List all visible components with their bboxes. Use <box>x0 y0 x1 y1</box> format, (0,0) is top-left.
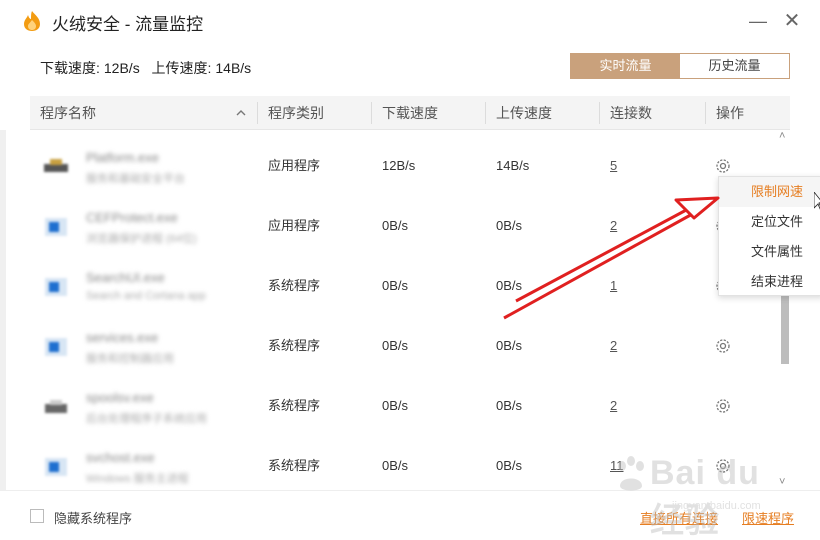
program-description: 服务和基础安全平台 <box>86 173 185 185</box>
menu-item-locate-file[interactable]: 定位文件 <box>719 207 820 237</box>
upload-speed: 0B/s <box>496 278 523 293</box>
baidu-paw-icon <box>618 456 644 491</box>
connection-count-link[interactable]: 5 <box>610 136 617 196</box>
app-icon <box>45 458 67 476</box>
program-name: SearchUI.exe <box>86 270 165 285</box>
column-actions: 操作 <box>716 105 744 121</box>
tab-history-traffic[interactable]: 历史流量 <box>680 54 789 78</box>
program-name: services.exe <box>86 330 159 345</box>
app-icon <box>45 278 67 296</box>
table-row[interactable]: CEFProtect.exe 浏览器保护进程 (64位) 应用程序 0B/s 0… <box>30 196 780 256</box>
download-speed-label: 下载速度: <box>40 60 100 76</box>
program-category: 系统程序 <box>268 458 321 473</box>
download-speed-value: 12B/s <box>103 60 140 76</box>
huorong-logo-icon <box>24 11 40 31</box>
program-category: 应用程序 <box>268 158 321 173</box>
program-name: Platform.exe <box>86 150 159 165</box>
program-name: CEFProtect.exe <box>86 210 178 225</box>
upload-speed: 14B/s <box>496 158 530 173</box>
app-icon <box>45 218 67 236</box>
menu-item-limit-speed[interactable]: 限制网速 <box>719 177 820 207</box>
connection-count-link[interactable]: 1 <box>610 256 617 316</box>
program-category: 系统程序 <box>268 398 321 413</box>
program-category: 应用程序 <box>268 218 321 233</box>
context-menu: 限制网速 定位文件 文件属性 结束进程 <box>718 176 820 296</box>
program-name: spoolsv.exe <box>86 390 154 405</box>
gear-icon[interactable] <box>714 397 732 415</box>
download-speed: 0B/s <box>382 218 409 233</box>
download-speed: 0B/s <box>382 458 409 473</box>
hardware-icon <box>44 159 68 172</box>
hide-system-label[interactable]: 隐藏系统程序 <box>54 508 132 527</box>
menu-item-file-properties[interactable]: 文件属性 <box>719 237 820 267</box>
column-program-name[interactable]: 程序名称 <box>30 96 96 130</box>
column-upload-speed: 上传速度 <box>496 105 552 121</box>
upload-speed: 0B/s <box>496 338 523 353</box>
program-description: 后台处理程序子系统应用 <box>86 413 207 425</box>
download-speed: 0B/s <box>382 278 409 293</box>
program-category: 系统程序 <box>268 338 321 353</box>
title-bar: 火绒安全 - 流量监控 — ✕ <box>0 0 820 44</box>
download-speed: 12B/s <box>382 158 416 173</box>
speed-summary: 下载速度: 12B/s 上传速度: 14B/s <box>40 58 255 78</box>
program-description: 浏览器保护进程 (64位) <box>86 233 197 245</box>
minimize-button[interactable]: — <box>746 10 770 32</box>
table-row[interactable]: services.exe 服务和控制器应用 系统程序 0B/s 0B/s 2 <box>30 316 780 376</box>
upload-speed: 0B/s <box>496 398 523 413</box>
program-description: 服务和控制器应用 <box>86 353 174 365</box>
menu-item-end-process[interactable]: 结束进程 <box>719 267 820 297</box>
upload-speed-value: 14B/s <box>215 60 252 76</box>
column-download-speed: 下载速度 <box>382 105 438 121</box>
program-name: svchost.exe <box>86 450 155 465</box>
upload-speed: 0B/s <box>496 458 523 473</box>
watermark-subtext: jingyan.baidu.com <box>672 500 761 512</box>
column-program-category: 程序类别 <box>268 105 324 121</box>
close-button[interactable]: ✕ <box>780 10 804 32</box>
gear-icon[interactable] <box>714 337 732 355</box>
window-title: 火绒安全 - 流量监控 <box>52 15 204 34</box>
download-speed: 0B/s <box>382 398 409 413</box>
scroll-down-icon[interactable]: ˅ <box>779 476 785 488</box>
gear-icon[interactable] <box>714 157 732 175</box>
download-speed: 0B/s <box>382 338 409 353</box>
table-row[interactable]: spoolsv.exe 后台处理程序子系统应用 系统程序 0B/s 0B/s 2 <box>30 376 780 436</box>
scrollbar-thumb[interactable] <box>781 292 789 364</box>
program-category: 系统程序 <box>268 278 321 293</box>
upload-speed: 0B/s <box>496 218 523 233</box>
connection-count-link[interactable]: 2 <box>610 316 617 376</box>
watermark-text: Bai du 经验 <box>650 454 760 540</box>
program-description: Windows 服务主进程 <box>86 473 189 485</box>
table-row[interactable]: Platform.exe 服务和基础安全平台 应用程序 12B/s 14B/s … <box>30 136 780 196</box>
program-description: Search and Cortana app <box>86 290 206 302</box>
connection-count-link[interactable]: 2 <box>610 376 617 436</box>
connection-count-link[interactable]: 2 <box>610 196 617 256</box>
hide-system-checkbox[interactable] <box>30 509 44 523</box>
traffic-monitor-window: 火绒安全 - 流量监控 — ✕ 下载速度: 12B/s 上传速度: 14B/s 实时… <box>0 0 820 540</box>
column-connections: 连接数 <box>610 105 652 121</box>
view-tabs: 实时流量 历史流量 <box>570 53 790 79</box>
tab-realtime-traffic[interactable]: 实时流量 <box>571 54 680 78</box>
left-edge-shade <box>0 130 6 490</box>
upload-speed-label: 上传速度: <box>151 60 212 76</box>
scroll-up-icon[interactable]: ˄ <box>779 130 785 142</box>
table-header: 程序名称 程序类别 下载速度 上传速度 连接数 操作 <box>30 96 790 130</box>
app-icon <box>45 338 67 356</box>
sort-ascending-icon[interactable] <box>236 108 246 118</box>
table-row[interactable]: SearchUI.exe Search and Cortana app 系统程序… <box>30 256 780 316</box>
baidu-watermark: Bai du 经验 jingyan.baidu.com <box>612 446 772 540</box>
mouse-cursor-icon <box>814 192 820 210</box>
printer-icon <box>45 400 67 413</box>
